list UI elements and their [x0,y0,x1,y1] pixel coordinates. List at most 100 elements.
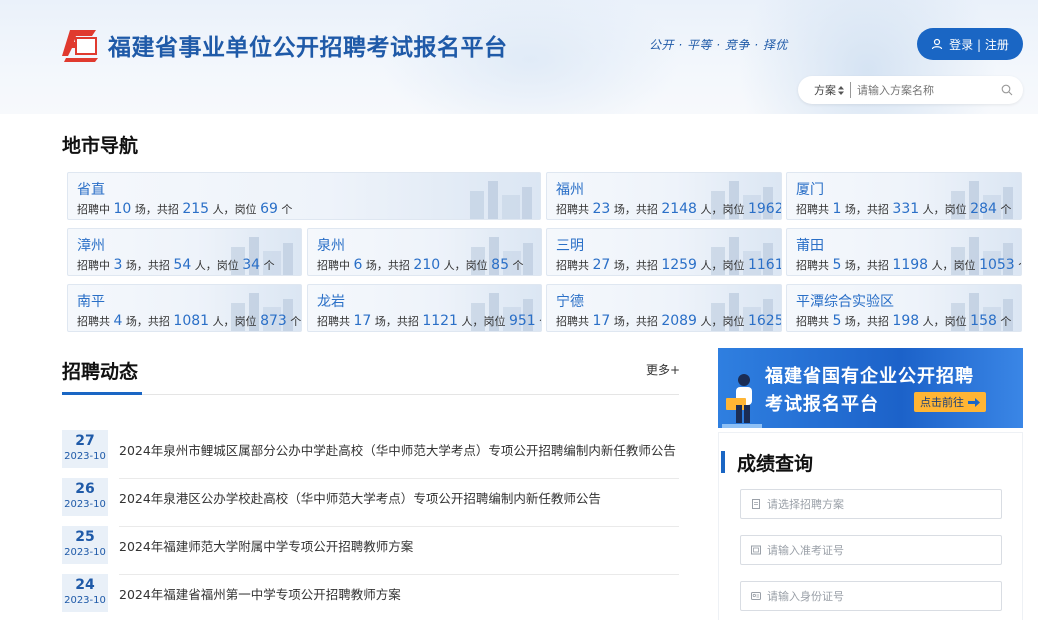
score-query-panel: 成绩查询 请选择招聘方案 请输入准考证号 请输入身份证号 [718,432,1023,620]
recruit-count: 331 [892,201,920,217]
recruit-count: 198 [892,313,920,329]
recruit-prefix: 共招 [156,203,179,216]
site-logo[interactable]: 福建省事业单位公开招聘考试报名平台 [62,26,508,64]
recruit-prefix: 共招 [635,203,658,216]
position-prefix: 岗位 [944,315,967,328]
position-count: 85 [491,257,509,273]
search-icon[interactable] [1001,84,1013,96]
position-prefix: 岗位 [465,259,488,272]
position-prefix: 岗位 [234,203,257,216]
session-unit: 场， [125,259,148,272]
soe-recruitment-banner[interactable]: 福建省国有企业公开招聘 考试报名平台 点击前往 [718,348,1023,428]
session-unit: 场， [365,259,388,272]
recruit-unit: 人， [461,315,484,328]
news-headline-link[interactable]: 2024年福建省福州第一中学专项公开招聘教师方案 [119,584,679,603]
city-card[interactable]: 三明招聘共 27 场，共招 1259 人，岗位 1161 个 [546,228,782,276]
city-nav-title: 地市导航 [62,135,139,157]
session-count: 5 [832,313,842,329]
session-count: 17 [353,313,372,329]
banner-title-line1: 福建省国有企业公开招聘 [765,366,974,387]
banner-title-line2: 考试报名平台 [765,394,879,415]
city-stats: 招聘共 4 场，共招 1081 人，岗位 873 个 [77,313,301,329]
recruit-count: 1259 [661,257,697,273]
city-card[interactable]: 平潭综合实验区 招聘共 5 场，共招 198 人，岗位 158 个 [786,284,1022,332]
city-card[interactable]: 省直 招聘中 10 场，共招 215 人，岗位 69 个 [67,172,541,220]
session-count: 23 [592,201,611,217]
recruit-count: 1121 [422,313,458,329]
banner-cta-button[interactable]: 点击前往 [914,392,986,412]
news-item[interactable]: 27 2023-10 2024年泉州市鲤城区属部分公办中学赴高校（华中师范大学考点）… [62,430,679,479]
session-count: 17 [592,313,611,329]
site-slogan: 公开 · 平等 · 竞争 · 择优 [649,38,788,52]
session-unit: 场， [125,315,148,328]
recruit-unit: 人， [700,315,723,328]
city-card[interactable]: 南平招聘共 4 场，共招 1081 人，岗位 873 个 [67,284,302,332]
search-type-select[interactable]: 方案 [814,82,851,98]
position-count: 951 [508,313,536,329]
position-unit: 个 [1000,315,1012,328]
recruit-prefix: 共招 [396,315,419,328]
news-year-month: 2023-10 [64,499,106,510]
city-name: 莆田 [796,238,824,254]
session-count: 10 [113,201,132,217]
news-item[interactable]: 26 2023-10 2024年泉港区公办学校赴高校（华中师范大学考点）专项公开招聘… [62,478,679,527]
city-name: 南平 [77,294,105,310]
recruit-count: 2148 [661,201,697,217]
city-name: 三明 [556,238,584,254]
news-item[interactable]: 25 2023-10 2024年福建师范大学附属中学专项公开招聘教师方案 [62,526,679,575]
city-stats: 招聘中 3 场，共招 54 人，岗位 34 个 [77,257,275,273]
city-name: 宁德 [556,294,584,310]
position-unit: 个 [1018,259,1021,272]
city-card[interactable]: 莆田招聘共 5 场，共招 1198 人，岗位 1053 个 [786,228,1022,276]
login-register-button[interactable]: 登录 | 注册 [917,28,1023,60]
city-card[interactable]: 漳州 招聘中 3 场，共招 54 人，岗位 34 个 [67,228,302,276]
id-number-input[interactable]: 请输入身份证号 [740,581,1002,611]
city-stats: 招聘共 5 场，共招 1198 人，岗位 1053 个 [796,257,1021,273]
news-headline-link[interactable]: 2024年福建师范大学附属中学专项公开招聘教师方案 [119,536,679,555]
score-title-accent [721,451,725,473]
session-count: 1 [832,201,842,217]
news-item[interactable]: 24 2023-10 2024年福建省福州第一中学专项公开招聘教师方案 [62,574,679,614]
position-count: 1053 [979,257,1015,273]
recruit-count: 1198 [892,257,929,273]
city-card[interactable]: 厦门 招聘共 1 场，共招 331 人，岗位 284 个 [786,172,1022,220]
recruit-status: 招聘共 [556,203,589,216]
recruit-count: 215 [182,201,210,217]
position-prefix: 岗位 [483,315,506,328]
news-year-month: 2023-10 [64,595,106,606]
news-headline-link[interactable]: 2024年泉州市鲤城区属部分公办中学赴高校（华中师范大学考点）专项公开招聘编制内… [119,440,679,459]
plan-search-input[interactable] [857,83,997,97]
position-prefix: 岗位 [953,259,976,272]
recruit-unit: 人， [700,203,723,216]
news-tab-indicator [62,392,142,395]
city-card[interactable]: 龙岩招聘共 17 场，共招 1121 人，岗位 951 个 [307,284,542,332]
banner-cta-label: 点击前往 [920,396,964,409]
recruit-status: 招聘共 [796,259,829,272]
recruitment-plan-select[interactable]: 请选择招聘方案 [740,489,1002,519]
person-laptop-illustration [722,374,762,428]
position-count: 1625 [747,313,782,329]
recruit-prefix: 共招 [387,259,410,272]
admission-ticket-input[interactable]: 请输入准考证号 [740,535,1002,565]
position-prefix: 岗位 [944,203,967,216]
document-icon [752,499,760,509]
city-name: 龙岩 [317,294,345,310]
position-prefix: 岗位 [234,315,257,328]
position-unit: 个 [263,259,275,272]
city-card[interactable]: 宁德招聘共 17 场，共招 2089 人，岗位 1625 个 [546,284,782,332]
city-stats: 招聘共 17 场，共招 2089 人，岗位 1625 个 [556,313,782,329]
position-unit: 个 [281,203,293,216]
city-card[interactable]: 福州招聘共 23 场，共招 2148 人，岗位 1962 个 [546,172,782,220]
city-card[interactable]: 泉州 招聘中 6 场，共招 210 人，岗位 85 个 [307,228,542,276]
city-stats: 招聘中 10 场，共招 215 人，岗位 69 个 [77,201,292,217]
news-day: 27 [75,433,95,449]
session-unit: 场， [844,203,867,216]
recruit-unit: 人， [194,259,217,272]
city-name: 厦门 [796,182,824,198]
news-year-month: 2023-10 [64,547,106,558]
city-stats: 招聘共 27 场，共招 1259 人，岗位 1161 个 [556,257,781,273]
news-headline-link[interactable]: 2024年泉港区公办学校赴高校（华中师范大学考点）专项公开招聘编制内新任教师公告 [119,488,679,507]
news-year-month: 2023-10 [64,451,106,462]
position-unit: 个 [1000,203,1012,216]
news-more-link[interactable]: 更多+ [646,361,680,378]
